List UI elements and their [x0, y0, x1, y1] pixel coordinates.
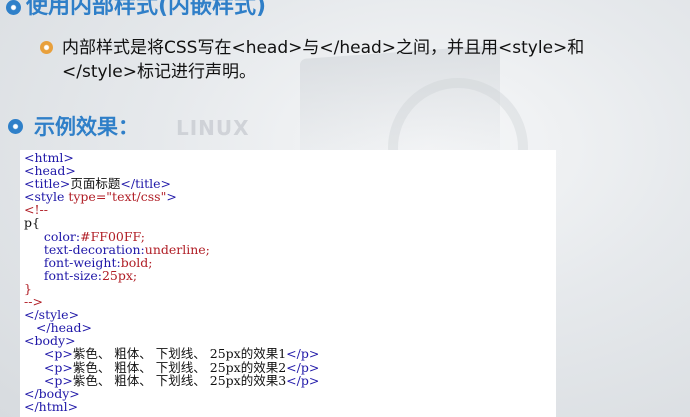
- slide-heading-inline-style: 使用内部样式(内嵌样式): [26, 0, 267, 19]
- code-line: </style>: [20, 308, 556, 321]
- code-token-val: 25px;: [101, 267, 138, 283]
- description-paragraph: 内部样式是将CSS写在<head>与</head>之间，并且用<style>和 …: [62, 36, 682, 84]
- code-line: <style type="text/css">: [20, 190, 556, 203]
- code-token-attr: type="text/css": [68, 189, 167, 205]
- bullet-circle-icon: [8, 119, 23, 134]
- code-line: <!--: [20, 203, 556, 216]
- description-line-1: 内部样式是将CSS写在<head>与</head>之间，并且用<style>和: [62, 38, 585, 58]
- code-token-tag: >: [166, 189, 177, 205]
- description-line-2: </style>标记进行声明。: [62, 62, 256, 82]
- code-token-prop: font-size:: [43, 267, 102, 283]
- code-sample-box: <html> <head> <title>页面标题</title> <style ty…: [20, 150, 556, 417]
- code-line: </head>: [20, 321, 556, 334]
- bullet-circle-icon: [6, 0, 21, 15]
- code-token-tag: </p>: [286, 372, 320, 388]
- code-token-val: underline;: [144, 241, 210, 257]
- code-line: font-size:25px;: [20, 269, 556, 282]
- code-line: </html>: [20, 400, 556, 413]
- code-line: <p>紫色、 粗体、 下划线、 25px的效果3</p>: [20, 374, 556, 387]
- code-token-text: 紫色、 粗体、 下划线、 25px的效果3: [72, 372, 287, 388]
- slide-heading-example: 示例效果：: [34, 115, 139, 139]
- code-line: <html>: [20, 151, 556, 164]
- code-line: </body>: [20, 387, 556, 400]
- code-line: -->: [20, 295, 556, 308]
- background-linux-logo: LINUX: [176, 116, 250, 140]
- code-token-tag: </html>: [24, 398, 79, 414]
- bullet-dot-icon: [40, 41, 53, 54]
- code-line: }: [20, 282, 556, 295]
